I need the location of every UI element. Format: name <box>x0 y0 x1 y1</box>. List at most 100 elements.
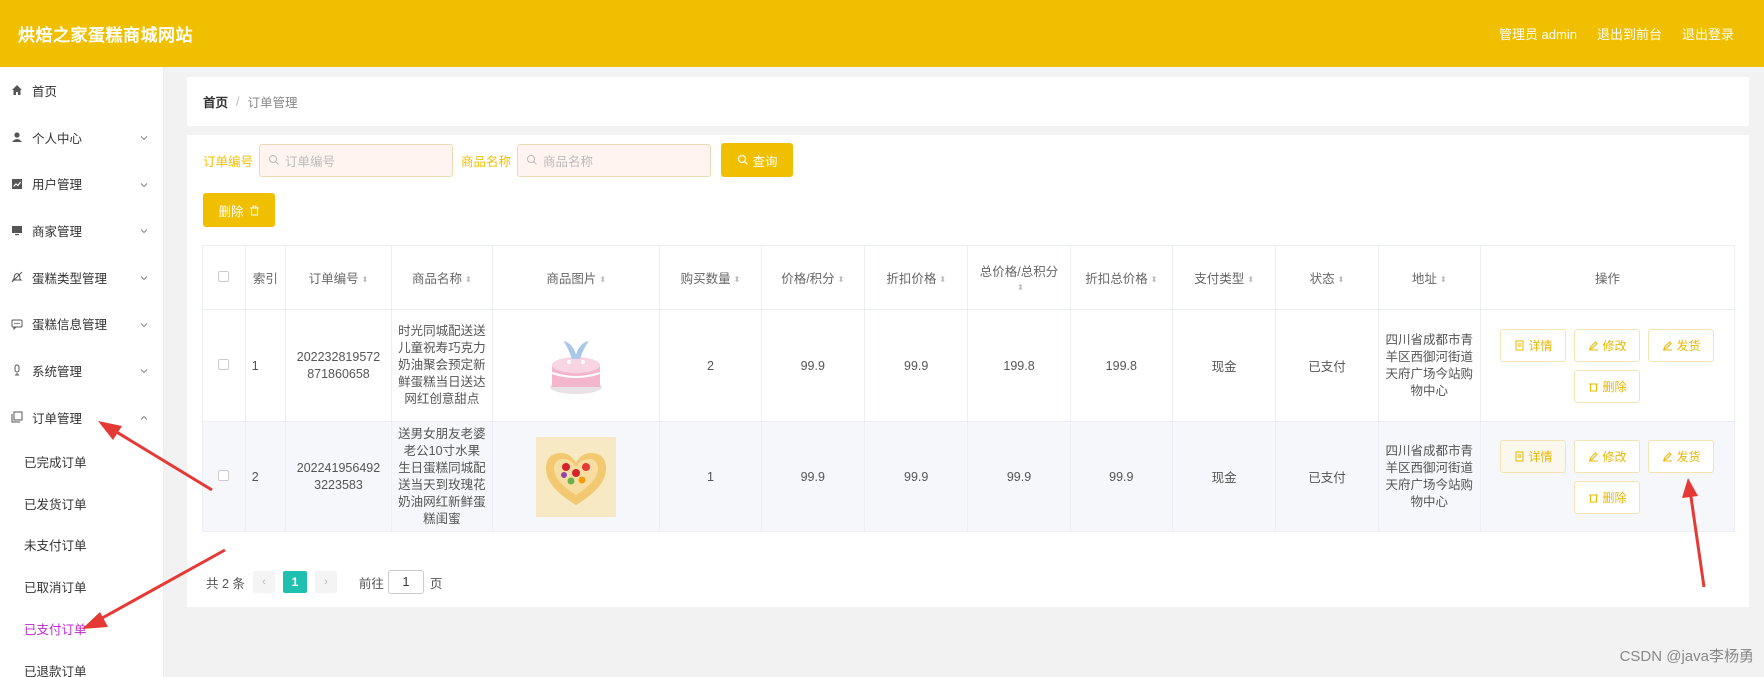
cell-address: 四川省成都市青羊区西御河街道天府广场今站购物中心 <box>1377 421 1481 532</box>
breadcrumb-separator: / <box>236 94 240 109</box>
header-disc-total[interactable]: 折扣总价格 ⬍ <box>1069 245 1173 310</box>
sort-icon: ⬍ <box>733 275 741 285</box>
sidebar-item-orders[interactable]: 订单管理 <box>0 394 163 441</box>
search-icon <box>526 154 538 166</box>
detail-button[interactable]: 详情 <box>1500 328 1567 362</box>
chevron-right-icon: › <box>324 576 328 588</box>
search-icon <box>737 154 749 166</box>
detail-button[interactable]: 详情 <box>1500 439 1567 473</box>
edit-button[interactable]: 修改 <box>1574 328 1641 362</box>
batch-delete-label: 删除 <box>218 204 244 219</box>
query-button[interactable]: 查询 <box>721 143 794 177</box>
header-order-no[interactable]: 订单编号 ⬍ <box>285 245 392 310</box>
row-checkbox[interactable] <box>218 469 230 481</box>
edit-button[interactable]: 修改 <box>1574 439 1641 473</box>
cell-total: 99.9 <box>967 421 1071 532</box>
header-goods-image[interactable]: 商品图片 ⬍ <box>491 245 661 310</box>
header-goods-name[interactable]: 商品名称 ⬍ <box>390 245 493 310</box>
cell-index: 1 <box>244 309 287 422</box>
cell-status: 已支付 <box>1275 309 1379 422</box>
delete-button[interactable]: 删除 <box>1574 480 1641 514</box>
document-icon <box>1514 451 1525 462</box>
sort-icon: ⬍ <box>1150 275 1158 285</box>
edit-icon <box>1662 451 1673 462</box>
header-disc-price[interactable]: 折扣价格 ⬍ <box>863 245 969 310</box>
user-icon <box>10 130 24 144</box>
chevron-down-icon <box>139 179 149 189</box>
sort-icon: ⬍ <box>837 275 845 285</box>
sidebar-item-system[interactable]: 系统管理 <box>0 347 163 394</box>
table-row: 1 202232819572871860658 时光同城配送送儿童祝寿巧克力奶油… <box>202 309 1736 422</box>
pager-goto-label: 前往 <box>358 576 384 591</box>
batch-delete-button[interactable]: 删除 <box>203 193 275 227</box>
breadcrumb: 首页 / 订单管理 <box>187 77 1749 126</box>
chevron-down-icon <box>139 272 149 282</box>
cell-order-no: 202232819572871860658 <box>285 309 392 422</box>
sidebar-item-users[interactable]: 用户管理 <box>0 160 163 207</box>
order-no-placeholder: 订单编号 <box>285 154 336 169</box>
next-page-button[interactable]: › <box>314 571 337 593</box>
cell-goods-name: 时光同城配送送儿童祝寿巧克力奶油聚会预定新鲜蛋糕当日送达网红创意甜点 <box>390 309 493 422</box>
sidebar-item-cake-types[interactable]: 蛋糕类型管理 <box>0 254 163 301</box>
ship-button[interactable]: 发货 <box>1648 328 1715 362</box>
chevron-down-icon <box>139 132 149 142</box>
prev-page-button[interactable]: ‹ <box>252 571 275 593</box>
pagination: 共 2 条 ‹ 1 › 前往 1 页 <box>206 570 442 594</box>
sidebar-sub-cancelled[interactable]: 已取消订单 <box>0 566 163 608</box>
row-checkbox[interactable] <box>218 358 230 370</box>
sidebar-sub-refunded[interactable]: 已退款订单 <box>0 649 163 677</box>
header-price[interactable]: 价格/积分 ⬍ <box>760 245 865 310</box>
header-total[interactable]: 总价格/总积分 ⬍ <box>967 245 1071 310</box>
breadcrumb-home[interactable]: 首页 <box>203 92 228 111</box>
cell-order-no: 2022419564923223583 <box>285 421 392 532</box>
edit-icon <box>1588 340 1599 351</box>
to-front-link[interactable]: 退出到前台 <box>1597 24 1662 43</box>
site-title: 烘焙之家蛋糕商城网站 <box>18 26 193 45</box>
page-number-current[interactable]: 1 <box>282 571 307 593</box>
sidebar-item-label: 蛋糕类型管理 <box>32 271 108 286</box>
sidebar-item-label: 系统管理 <box>32 364 83 379</box>
sort-icon: ⬍ <box>1439 275 1447 285</box>
order-no-input[interactable]: 订单编号 <box>259 143 454 177</box>
cell-price: 99.9 <box>760 421 865 532</box>
logout-link[interactable]: 退出登录 <box>1682 24 1734 43</box>
cell-pay-type: 现金 <box>1171 421 1277 532</box>
chevron-down-icon <box>139 319 149 329</box>
cell-ops: 详情 修改 发货 删除 <box>1479 421 1736 532</box>
cake-image <box>536 436 617 517</box>
sidebar-sub-completed[interactable]: 已完成订单 <box>0 441 163 483</box>
sidebar-item-home[interactable]: 首页 <box>0 67 163 114</box>
header-address[interactable]: 地址 ⬍ <box>1377 245 1481 310</box>
sort-icon: ⬍ <box>1247 275 1255 285</box>
sidebar-item-profile[interactable]: 个人中心 <box>0 114 163 161</box>
cell-disc-total: 99.9 <box>1069 421 1173 532</box>
sidebar-sub-shipped[interactable]: 已发货订单 <box>0 482 163 524</box>
sidebar-sub-unpaid[interactable]: 未支付订单 <box>0 524 163 566</box>
sort-icon: ⬍ <box>465 275 472 285</box>
row-checkbox-cell <box>202 421 246 532</box>
home-icon <box>10 83 24 97</box>
sidebar-item-cake-info[interactable]: 蛋糕信息管理 <box>0 300 163 347</box>
delete-button[interactable]: 删除 <box>1574 369 1641 403</box>
header-pay-type[interactable]: 支付类型 ⬍ <box>1171 245 1277 310</box>
chart-icon <box>10 177 24 191</box>
sort-icon: ⬍ <box>1337 275 1345 285</box>
cell-disc-price: 99.9 <box>863 421 969 532</box>
header-qty[interactable]: 购买数量 ⬍ <box>659 245 762 310</box>
cell-address: 四川省成都市青羊区西御河街道天府广场今站购物中心 <box>1377 309 1481 422</box>
goods-name-input[interactable]: 商品名称 <box>517 143 712 177</box>
monitor-icon <box>10 223 24 237</box>
pager-unit-label: 页 <box>429 576 443 591</box>
ship-button[interactable]: 发货 <box>1648 439 1715 473</box>
sidebar-sub-paid[interactable]: 已支付订单 <box>0 608 163 650</box>
sidebar-item-merchants[interactable]: 商家管理 <box>0 207 163 254</box>
select-all-checkbox[interactable] <box>218 270 230 282</box>
content-panel: 订单编号 订单编号 商品名称 商品名称 查询 删除 索引 订单编号 ⬍ 商品名称… <box>187 135 1749 607</box>
sidebar-item-label: 首页 <box>32 84 58 99</box>
breadcrumb-current: 订单管理 <box>247 96 298 110</box>
sort-icon: ⬍ <box>1017 283 1024 293</box>
sort-icon: ⬍ <box>599 275 607 285</box>
header-status[interactable]: 状态 ⬍ <box>1275 245 1379 310</box>
page-jump-input[interactable]: 1 <box>387 570 424 594</box>
watermark: CSDN @java李杨勇 <box>1619 648 1754 665</box>
